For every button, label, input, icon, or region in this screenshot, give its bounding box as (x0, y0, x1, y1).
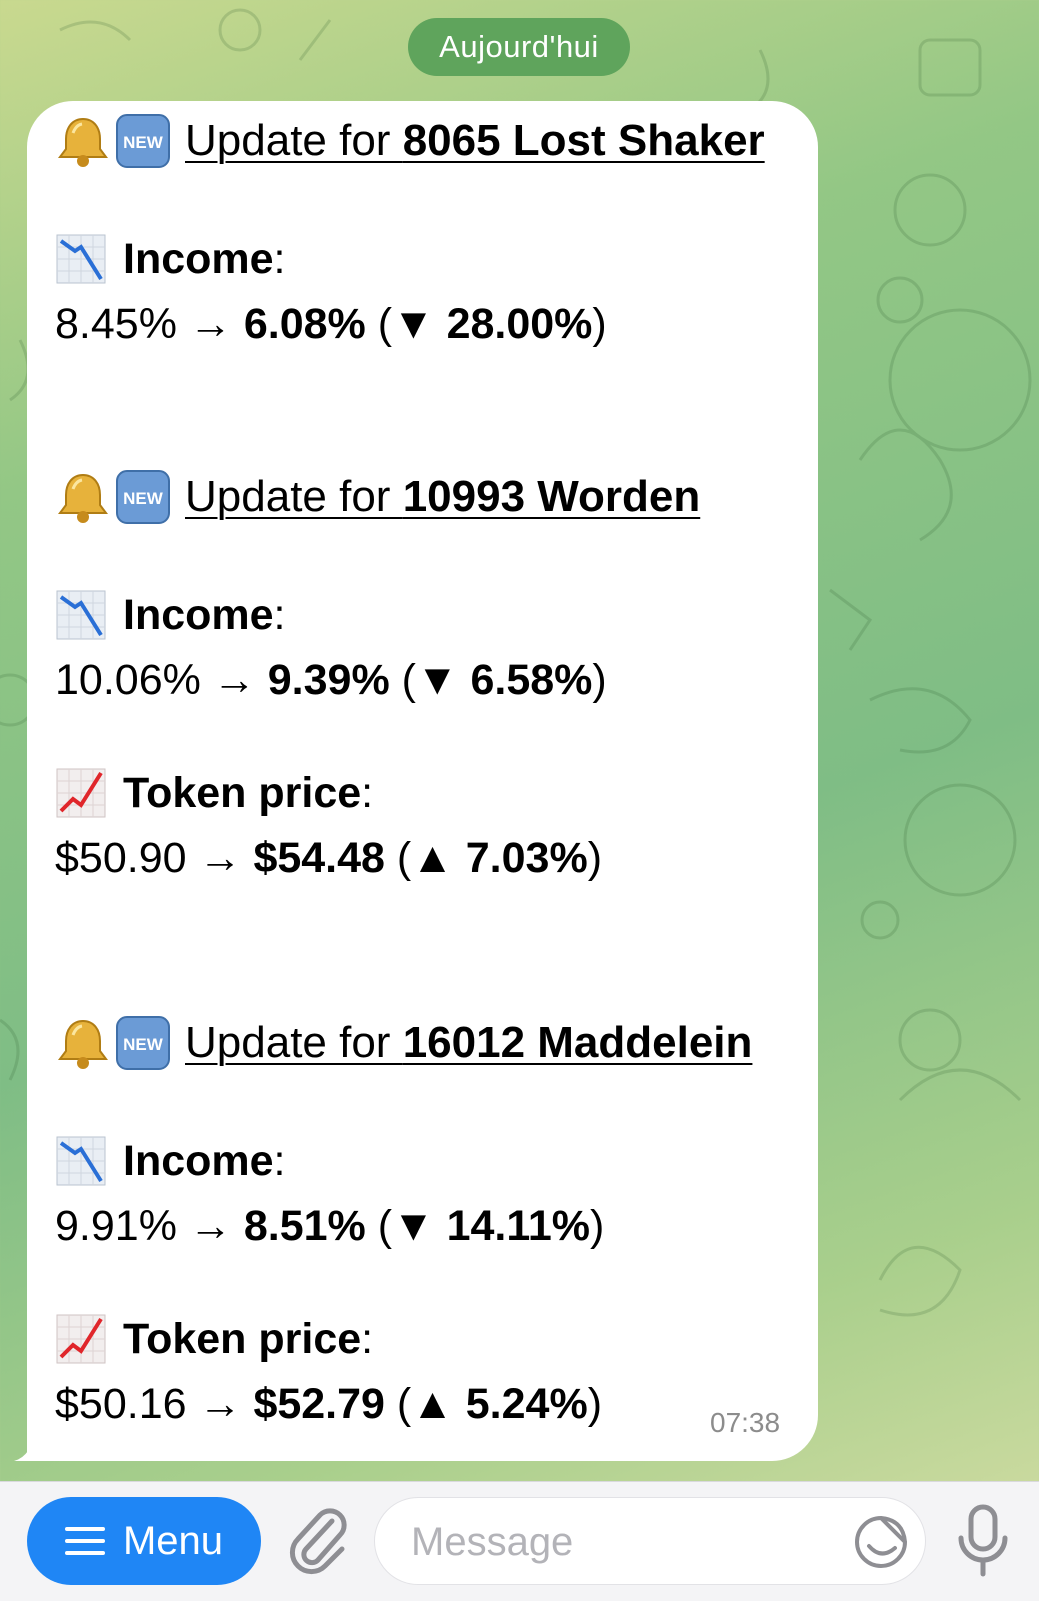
chart-increasing-icon (56, 768, 106, 818)
metric-title-income: Income: (55, 1126, 752, 1196)
metric-values-income: 10.06% → 9.39% (▼ 6.58%) (55, 656, 607, 704)
message-field[interactable] (374, 1497, 926, 1586)
microphone-icon[interactable] (956, 1504, 1010, 1578)
metric-values-token-price: $50.90 → $54.48 (▲ 7.03%) (55, 834, 603, 882)
svg-text:NEW: NEW (123, 1035, 164, 1054)
hamburger-icon (64, 1527, 105, 1555)
metric-title-income: Income: (55, 224, 765, 294)
update-link-3[interactable]: Update for 16012 Maddelein (185, 1018, 752, 1068)
message-input[interactable] (409, 1498, 853, 1586)
update-link-1[interactable]: Update for 8065 Lost Shaker (185, 116, 765, 166)
update-heading-3: NEW Update for 16012 Maddelein (55, 1005, 752, 1081)
chart-decreasing-icon (56, 590, 106, 640)
metric-title-token-price: Token price: (55, 758, 700, 828)
svg-text:NEW: NEW (123, 133, 164, 152)
menu-button[interactable]: Menu (27, 1497, 261, 1585)
update-heading-2: NEW Update for 10993 Worden (55, 459, 700, 535)
metric-values-income: 9.91% → 8.51% (▼ 14.11%) (55, 1202, 605, 1250)
svg-text:NEW: NEW (123, 489, 164, 508)
update-block-3: NEW Update for 16012 Maddelein Income: 9… (55, 1005, 752, 1434)
update-block-1: NEW Update for 8065 Lost Shaker Income: … (55, 103, 765, 354)
metric-title-income: Income: (55, 580, 700, 650)
bell-icon (58, 473, 108, 523)
chart-decreasing-icon (56, 1136, 106, 1186)
message-timestamp: 07:38 (710, 1407, 781, 1438)
new-badge-icon: NEW (116, 1016, 170, 1070)
update-link-2[interactable]: Update for 10993 Worden (185, 472, 700, 522)
update-block-2: NEW Update for 10993 Worden Income: 10.0… (55, 459, 700, 888)
message-bubble[interactable]: NEW Update for 8065 Lost Shaker Income: … (27, 101, 818, 1461)
new-badge-icon: NEW (116, 470, 170, 524)
sticker-icon[interactable] (851, 1512, 911, 1572)
message-input-bar: Menu (0, 1481, 1039, 1601)
new-badge-icon: NEW (116, 114, 170, 168)
update-heading-1: NEW Update for 8065 Lost Shaker (55, 103, 765, 179)
chart-decreasing-icon (56, 234, 106, 284)
chart-increasing-icon (56, 1314, 106, 1364)
metric-title-token-price: Token price: (55, 1304, 752, 1374)
date-separator-pill: Aujourd'hui (408, 18, 630, 76)
bubble-tail (14, 1428, 54, 1461)
menu-button-label: Menu (122, 1518, 224, 1563)
metric-values-income: 8.45% → 6.08% (▼ 28.00%) (55, 300, 607, 348)
paperclip-icon[interactable] (288, 1507, 352, 1577)
metric-values-token-price: $50.16 → $52.79 (▲ 5.24%) (55, 1380, 603, 1428)
bell-icon (58, 1019, 108, 1069)
bell-icon (58, 117, 108, 167)
